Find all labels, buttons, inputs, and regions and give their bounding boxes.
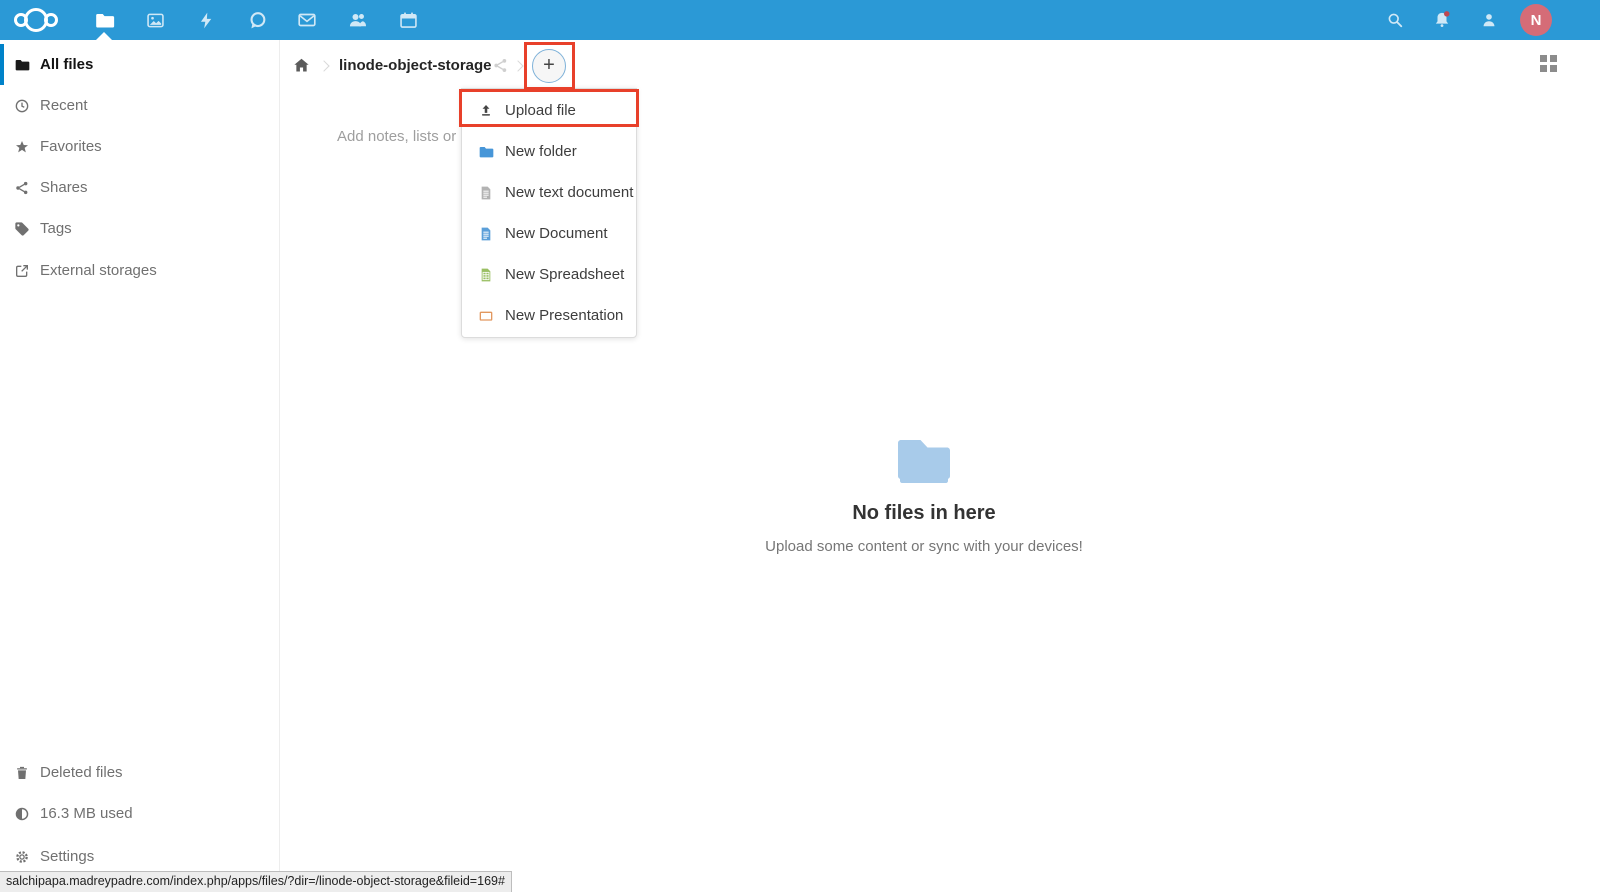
app-photos-icon[interactable]: [133, 0, 177, 40]
sidebar-item-all-files[interactable]: All files: [0, 44, 279, 85]
app-activity-icon[interactable]: [184, 0, 228, 40]
tag-icon: [14, 221, 30, 237]
sidebar-item-recent[interactable]: Recent: [0, 85, 279, 126]
grid-square: [1540, 55, 1547, 62]
chevron-right-icon: [512, 60, 523, 71]
sidebar-item-label: Tags: [40, 220, 72, 237]
folder-icon: [14, 57, 30, 73]
sidebar-item-label: All files: [40, 56, 93, 73]
active-item-bar: [0, 44, 4, 85]
document-file-icon: [478, 226, 494, 242]
calendar-icon: [398, 10, 419, 31]
empty-state-title: No files in here: [280, 502, 1568, 525]
grid-view-toggle-icon[interactable]: [1540, 55, 1558, 73]
grid-square: [1550, 65, 1557, 72]
grid-square: [1550, 55, 1557, 62]
envelope-icon: [296, 9, 318, 31]
app-talk-icon[interactable]: [235, 0, 279, 40]
home-breadcrumb-button[interactable]: [292, 56, 311, 80]
sidebar-item-label: Recent: [40, 97, 88, 114]
speech-bubble-icon: [247, 10, 268, 31]
menu-item-label: Upload file: [505, 102, 576, 119]
gear-icon: [14, 849, 30, 865]
menu-item-new-document[interactable]: New Document: [462, 213, 636, 254]
new-file-menu: Upload file New folder New text document…: [461, 88, 637, 338]
sidebar-item-label: Deleted files: [40, 764, 123, 781]
quota-pie-icon: [14, 806, 30, 822]
empty-state-subtitle: Upload some content or sync with your de…: [280, 538, 1568, 555]
share-icon: [492, 57, 509, 74]
empty-folder-icon: [896, 437, 952, 485]
workspace-notes-hint[interactable]: Add notes, lists or lin: [337, 128, 475, 145]
external-link-icon: [14, 263, 30, 279]
avatar-initial: N: [1531, 12, 1542, 29]
status-url: salchipapa.madreypadre.com/index.php/app…: [6, 874, 505, 888]
logo-circle-right: [44, 13, 58, 27]
menu-item-label: New text document: [505, 184, 633, 201]
files-sidebar: All files Recent Favorites Shares Tags E…: [0, 40, 280, 892]
menu-item-label: New Presentation: [505, 307, 623, 324]
top-header-bar: N: [0, 0, 1600, 40]
sidebar-item-label: External storages: [40, 262, 157, 279]
plus-icon: +: [543, 54, 555, 76]
share-folder-button[interactable]: [492, 57, 509, 79]
menu-item-label: New Document: [505, 225, 608, 242]
search-icon[interactable]: [1373, 0, 1417, 40]
lightning-icon: [197, 10, 216, 31]
text-file-icon: [478, 185, 494, 201]
breadcrumb-folder-name[interactable]: linode-object-storage: [339, 57, 492, 74]
menu-item-label: New folder: [505, 143, 577, 160]
app-contacts-icon[interactable]: [336, 0, 380, 40]
sidebar-item-quota[interactable]: 16.3 MB used: [0, 793, 279, 834]
clock-icon: [14, 98, 30, 114]
bell-icon: [1431, 9, 1453, 31]
sidebar-item-label: Settings: [40, 848, 94, 865]
person-icon: [1479, 10, 1499, 30]
app-mail-icon[interactable]: [285, 0, 329, 40]
folder-icon: [478, 144, 494, 160]
home-icon: [292, 56, 311, 75]
link-status-bar: salchipapa.madreypadre.com/index.php/app…: [0, 871, 512, 892]
upload-icon: [478, 103, 494, 119]
user-avatar[interactable]: N: [1520, 4, 1552, 36]
sidebar-item-label: Shares: [40, 179, 88, 196]
sidebar-item-label: Favorites: [40, 138, 102, 155]
sidebar-item-external-storages[interactable]: External storages: [0, 250, 279, 291]
nextcloud-logo[interactable]: [14, 7, 72, 33]
active-app-indicator: [96, 32, 112, 40]
notifications-bell-icon[interactable]: [1420, 0, 1464, 40]
menu-item-new-text-document[interactable]: New text document: [462, 172, 636, 213]
chevron-right-icon: [318, 60, 329, 71]
grid-square: [1540, 65, 1547, 72]
sidebar-item-shares[interactable]: Shares: [0, 167, 279, 208]
sidebar-item-deleted-files[interactable]: Deleted files: [0, 752, 279, 793]
share-icon: [14, 180, 30, 196]
menu-item-label: New Spreadsheet: [505, 266, 624, 283]
spreadsheet-file-icon: [478, 267, 494, 283]
empty-folder-state: No files in here Upload some content or …: [280, 437, 1568, 555]
magnifier-icon: [1385, 10, 1405, 30]
menu-item-upload-file[interactable]: Upload file: [462, 90, 636, 131]
folder-icon: [94, 10, 115, 31]
star-icon: [14, 139, 30, 155]
trash-icon: [14, 765, 30, 781]
image-icon: [145, 10, 166, 31]
sidebar-item-tags[interactable]: Tags: [0, 208, 279, 249]
breadcrumb: linode-object-storage: [280, 40, 1600, 92]
menu-item-new-folder[interactable]: New folder: [462, 131, 636, 172]
people-icon: [347, 9, 369, 31]
new-file-plus-button[interactable]: +: [532, 49, 566, 83]
contacts-menu-icon[interactable]: [1467, 0, 1511, 40]
sidebar-item-favorites[interactable]: Favorites: [0, 126, 279, 167]
menu-item-new-spreadsheet[interactable]: New Spreadsheet: [462, 254, 636, 295]
app-calendar-icon[interactable]: [386, 0, 430, 40]
presentation-file-icon: [478, 308, 494, 324]
quota-label: 16.3 MB used: [40, 805, 133, 822]
menu-item-new-presentation[interactable]: New Presentation: [462, 295, 636, 336]
